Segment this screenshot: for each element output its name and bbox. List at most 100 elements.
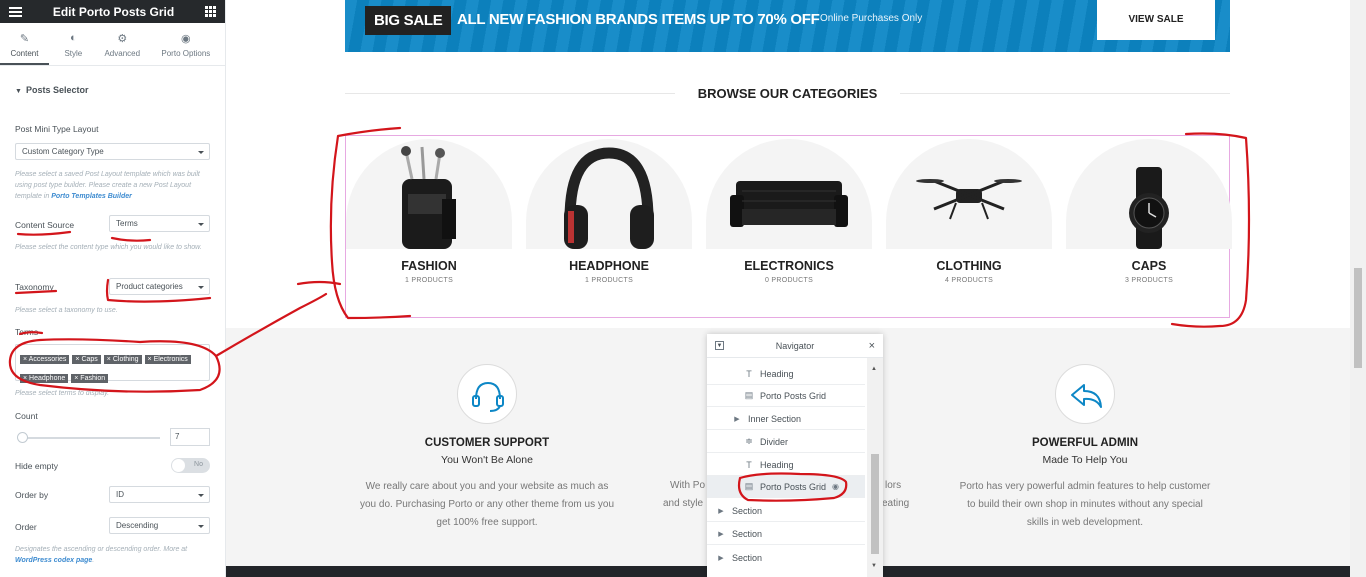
caret-right-icon: ▶ — [734, 415, 740, 423]
widgets-grid-icon[interactable] — [205, 6, 216, 17]
nav-item-porto-posts-grid-selected[interactable]: ▤ Porto Posts Grid ◉ — [707, 476, 865, 498]
count-label: Count — [15, 411, 38, 421]
page-scrollbar-thumb[interactable] — [1354, 268, 1362, 368]
order-select[interactable]: Descending — [109, 517, 210, 534]
headphone-image — [526, 139, 692, 249]
sale-headline: ALL NEW FASHION BRANDS ITEMS UP TO 70% O… — [457, 11, 820, 28]
navigator-header[interactable]: ▼ Navigator × — [707, 334, 883, 358]
taxonomy-label: Taxonomy — [15, 282, 54, 292]
taxonomy-hint: Please select a taxonomy to use. — [15, 307, 118, 314]
order-hint: Designates the ascending or descending o… — [15, 546, 188, 564]
order-label: Order — [15, 522, 37, 532]
category-electronics[interactable]: ELECTRONICS 0 PRODUCTS — [706, 139, 872, 284]
view-sale-button[interactable]: VIEW SALE — [1097, 0, 1215, 40]
term-chip[interactable]: Electronics — [144, 355, 191, 364]
term-chip[interactable]: Headphone — [20, 374, 69, 383]
category-count: 1 PRODUCTS — [584, 277, 634, 284]
navigator-panel: ▼ Navigator × T Heading ▤ Porto Posts Grid… — [707, 334, 883, 577]
wordpress-codex-link[interactable]: WordPress codex page — [15, 557, 92, 564]
tab-porto-options[interactable]: ◉ Porto Options — [147, 23, 225, 65]
category-name[interactable]: CAPS — [1066, 259, 1232, 273]
terms-multiselect[interactable]: AccessoriesCapsClothingElectronics Headph… — [15, 344, 210, 383]
eye-icon[interactable]: ◉ — [832, 482, 839, 491]
feature-text: Porto has very powerful admin features t… — [959, 481, 1211, 528]
pencil-icon: ✎ — [19, 33, 30, 45]
taxonomy-select[interactable]: Product categories — [109, 278, 210, 295]
nav-item-section[interactable]: ▶ Section — [707, 523, 865, 545]
post-mini-type-hint: Please select a saved Post Layout templa… — [15, 171, 200, 200]
big-sale-badge: BIG SALE — [365, 6, 452, 35]
scroll-down-icon[interactable]: ▼ — [871, 563, 877, 569]
sofa-image — [706, 139, 872, 249]
category-clothing[interactable]: CLOTHING 4 PRODUCTS — [886, 139, 1052, 284]
nav-item-section[interactable]: ▶ Section — [707, 547, 865, 569]
category-fashion[interactable]: FASHION 1 PRODUCTS — [346, 139, 512, 284]
category-headphone[interactable]: HEADPHONE 1 PRODUCTS — [526, 139, 692, 284]
category-name[interactable]: ELECTRONICS — [706, 259, 872, 273]
count-slider-track[interactable] — [22, 437, 160, 439]
nav-item-inner-section[interactable]: ▶ Inner Section — [707, 408, 865, 430]
caret-right-icon: ▶ — [718, 555, 724, 562]
nav-item-divider[interactable]: ≑ Divider — [707, 431, 865, 453]
navigator-scrollbar[interactable]: ▲ ▼ — [867, 358, 883, 577]
feature-powerful-admin: POWERFUL ADMIN Made To Help You Porto ha… — [955, 364, 1215, 532]
post-mini-type-select[interactable]: Custom Category Type — [15, 143, 210, 160]
page-scrollbar[interactable] — [1350, 0, 1366, 577]
feature-subtitle: Made To Help You — [1042, 454, 1128, 466]
sale-banner: BIG SALE ALL NEW FASHION BRANDS ITEMS UP… — [345, 0, 1230, 52]
nav-item-heading[interactable]: T Heading — [707, 363, 865, 385]
term-chip[interactable]: Caps — [72, 355, 101, 364]
target-icon: ◉ — [181, 33, 191, 45]
feature-partial-text: and style — [663, 498, 704, 509]
menu-icon[interactable] — [9, 6, 22, 17]
feature-title: POWERFUL ADMIN — [1031, 437, 1139, 449]
caret-right-icon: ▶ — [718, 530, 724, 538]
count-input[interactable]: 7 — [170, 428, 210, 446]
nav-item-section[interactable]: ▶ Section — [707, 500, 865, 522]
category-caps[interactable]: CAPS 3 PRODUCTS — [1066, 139, 1232, 284]
panel-tabs: ✎ Content ◐ Style ⚙ Advanced ◉ Porto Options — [0, 23, 225, 66]
order-by-select[interactable]: ID — [109, 486, 210, 503]
categories-grid[interactable]: FASHION 1 PRODUCTS HEADPHONE 1 PRODUCTS … — [345, 135, 1232, 318]
collapse-toggle-icon[interactable]: ▼ — [715, 341, 724, 350]
close-icon[interactable]: × — [869, 340, 875, 352]
category-name[interactable]: CLOTHING — [886, 259, 1052, 273]
panel-header: Edit Porto Posts Grid — [0, 0, 225, 23]
caret-down-icon: ▼ — [15, 88, 22, 95]
content-source-select[interactable]: Terms — [109, 215, 210, 232]
navigator-title: Navigator — [775, 341, 815, 351]
headset-icon — [457, 364, 517, 424]
term-chip[interactable]: Accessories — [20, 355, 70, 364]
navigator-scrollbar-thumb[interactable] — [871, 454, 879, 554]
scroll-up-icon[interactable]: ▲ — [871, 366, 877, 372]
order-by-label: Order by — [15, 490, 49, 500]
tab-content[interactable]: ✎ Content — [0, 23, 49, 65]
content-source-label: Content Source — [15, 220, 75, 230]
tab-advanced[interactable]: ⚙ Advanced — [98, 23, 147, 65]
count-slider-handle[interactable] — [17, 432, 28, 443]
term-chip[interactable]: Fashion — [71, 374, 109, 383]
panel-title: Edit Porto Posts Grid — [52, 4, 175, 19]
category-name[interactable]: HEADPHONE — [526, 259, 692, 273]
term-chip[interactable]: Clothing — [103, 355, 142, 364]
category-count: 0 PRODUCTS — [764, 277, 814, 284]
contrast-icon: ◐ — [70, 32, 77, 44]
heading-icon: T — [746, 368, 752, 379]
gear-icon: ⚙ — [117, 33, 128, 45]
nav-item-porto-posts-grid[interactable]: ▤ Porto Posts Grid — [707, 385, 865, 407]
category-name[interactable]: FASHION — [346, 259, 512, 273]
nav-item-heading[interactable]: T Heading — [707, 454, 865, 476]
terms-label: Terms — [15, 327, 39, 337]
section-posts-selector[interactable]: ▼ Posts Selector — [15, 85, 225, 95]
terms-hint: Please select terms to display. — [15, 390, 110, 397]
drone-image — [886, 139, 1052, 249]
hide-empty-toggle[interactable]: No — [171, 458, 210, 473]
category-count: 3 PRODUCTS — [1124, 277, 1174, 284]
feature-customer-support: CUSTOMER SUPPORT You Won't Be Alone We r… — [357, 364, 617, 532]
grid-widget-icon: ▤ — [744, 481, 754, 491]
watch-image — [1066, 139, 1232, 249]
categories-heading: BROWSE OUR CATEGORIES — [345, 86, 1230, 101]
tab-style[interactable]: ◐ Style — [49, 23, 98, 65]
porto-templates-builder-link[interactable]: Porto Templates Builder — [51, 193, 132, 200]
sale-subtext: Online Purchases Only — [820, 13, 923, 24]
